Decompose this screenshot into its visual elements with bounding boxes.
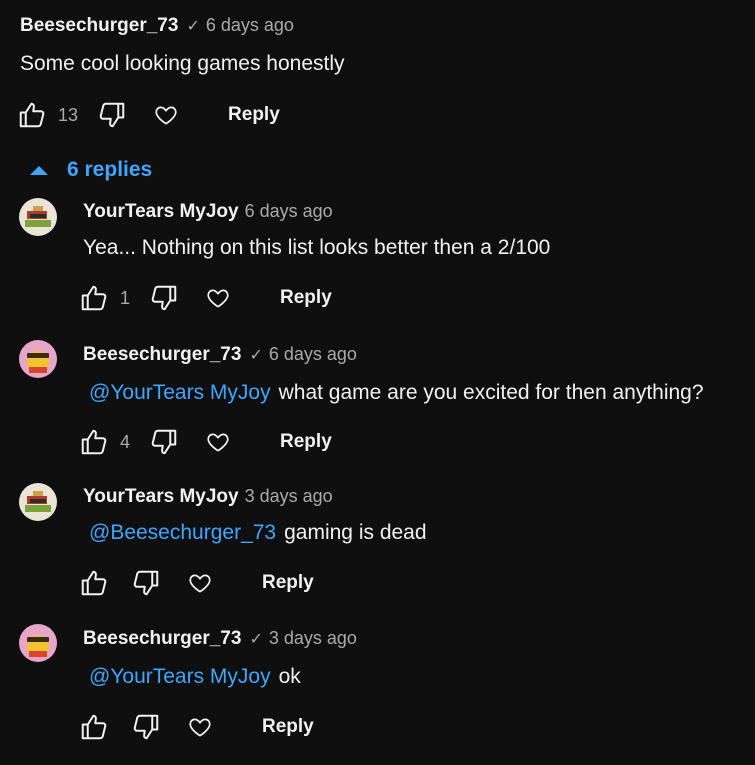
reply-button[interactable]: Reply bbox=[280, 287, 332, 309]
reply-header: YourTears MyJoy 3 days ago bbox=[83, 486, 333, 508]
reply-toolbar: Reply bbox=[78, 711, 314, 743]
heart-icon[interactable] bbox=[184, 711, 216, 743]
comment-toolbar: 13 Reply bbox=[16, 99, 280, 131]
reply-body: ok bbox=[278, 665, 301, 688]
thumbs-down-icon[interactable] bbox=[130, 567, 162, 599]
like-count: 4 bbox=[120, 431, 131, 452]
avatar[interactable] bbox=[19, 483, 57, 521]
reply-text: @Beesechurger_73 gaming is dead bbox=[89, 521, 427, 545]
replies-count-label: 6 replies bbox=[67, 158, 153, 181]
like-count: 13 bbox=[58, 104, 79, 125]
check-icon: ✓ bbox=[249, 631, 263, 648]
mention-link[interactable]: @YourTears MyJoy bbox=[89, 665, 271, 688]
reply-button[interactable]: Reply bbox=[280, 431, 332, 453]
caret-up-icon bbox=[30, 166, 48, 175]
comment-header: Beesechurger_73 ✓ 6 days ago bbox=[20, 15, 294, 37]
heart-icon[interactable] bbox=[202, 282, 234, 314]
thumbs-down-icon[interactable] bbox=[130, 711, 162, 743]
heart-icon[interactable] bbox=[202, 426, 234, 458]
reply-button[interactable]: Reply bbox=[262, 572, 314, 594]
thumbs-down-icon[interactable] bbox=[148, 426, 180, 458]
avatar[interactable] bbox=[19, 198, 57, 236]
avatar[interactable] bbox=[19, 340, 57, 378]
avatar[interactable] bbox=[19, 624, 57, 662]
reply-button[interactable]: Reply bbox=[262, 716, 314, 738]
check-icon: ✓ bbox=[249, 347, 263, 364]
mention-link[interactable]: @Beesechurger_73 bbox=[89, 521, 276, 544]
check-icon: ✓ bbox=[186, 18, 200, 35]
reply-time[interactable]: 6 days ago bbox=[245, 201, 333, 222]
reply-author[interactable]: Beesechurger_73 bbox=[83, 628, 241, 650]
reply-time[interactable]: 3 days ago bbox=[269, 628, 357, 649]
reply-time[interactable]: 3 days ago bbox=[245, 486, 333, 507]
replies-toggle[interactable]: 6 replies bbox=[28, 158, 152, 182]
reply-header: Beesechurger_73 ✓ 6 days ago bbox=[83, 344, 357, 366]
mention-link[interactable]: @YourTears MyJoy bbox=[89, 381, 271, 404]
reply-body: what game are you excited for then anyth… bbox=[278, 381, 704, 404]
reply-text: @YourTears MyJoy ok bbox=[89, 665, 301, 689]
reply-header: Beesechurger_73 ✓ 3 days ago bbox=[83, 628, 357, 650]
thumbs-up-icon[interactable] bbox=[16, 99, 48, 131]
reply-author[interactable]: Beesechurger_73 bbox=[83, 344, 241, 366]
like-count: 1 bbox=[120, 287, 131, 308]
reply-toolbar: Reply bbox=[78, 567, 314, 599]
reply-button[interactable]: Reply bbox=[228, 104, 280, 126]
thumbs-up-icon[interactable] bbox=[78, 426, 110, 458]
comment-author[interactable]: Beesechurger_73 bbox=[20, 15, 178, 37]
reply-header: YourTears MyJoy 6 days ago bbox=[83, 201, 333, 223]
reply-toolbar: 1 Reply bbox=[78, 282, 332, 314]
heart-icon[interactable] bbox=[150, 99, 182, 131]
reply-text: @YourTears MyJoy what game are you excite… bbox=[89, 381, 704, 405]
heart-icon[interactable] bbox=[184, 567, 216, 599]
comment-time[interactable]: 6 days ago bbox=[206, 15, 294, 36]
comment-text: Some cool looking games honestly bbox=[20, 52, 345, 75]
reply-toolbar: 4 Reply bbox=[78, 426, 332, 458]
reply-body: gaming is dead bbox=[284, 521, 427, 544]
reply-author[interactable]: YourTears MyJoy bbox=[83, 486, 239, 508]
reply-time[interactable]: 6 days ago bbox=[269, 344, 357, 365]
reply-text: Yea... Nothing on this list looks better… bbox=[83, 236, 551, 259]
thumbs-down-icon[interactable] bbox=[148, 282, 180, 314]
thumbs-up-icon[interactable] bbox=[78, 567, 110, 599]
reply-author[interactable]: YourTears MyJoy bbox=[83, 201, 239, 223]
thumbs-up-icon[interactable] bbox=[78, 282, 110, 314]
thumbs-down-icon[interactable] bbox=[96, 99, 128, 131]
thumbs-up-icon[interactable] bbox=[78, 711, 110, 743]
